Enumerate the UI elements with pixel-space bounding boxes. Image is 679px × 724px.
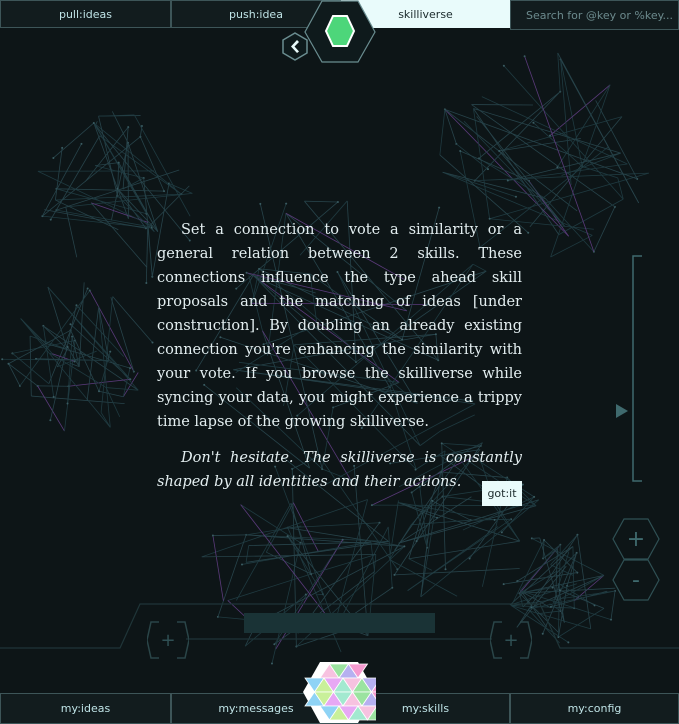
- tab-pull-ideas[interactable]: pull:ideas: [0, 0, 171, 28]
- plus-icon: +: [503, 629, 519, 651]
- side-panel-bracket: [632, 255, 642, 482]
- plus-icon: +: [160, 629, 176, 651]
- zoom-in-button[interactable]: +: [612, 518, 660, 560]
- info-paragraph: Set a connection to vote a similarity or…: [157, 222, 522, 430]
- tab-my-ideas[interactable]: my:ideas: [0, 693, 171, 724]
- app-logo-hexagon-icon[interactable]: [304, 0, 376, 64]
- timeline-left-button[interactable]: +: [146, 620, 190, 660]
- timeline-right-button[interactable]: +: [489, 620, 533, 660]
- minus-icon: -: [632, 567, 640, 593]
- tab-my-config[interactable]: my:config: [510, 693, 679, 724]
- identity-triangle-logo-icon[interactable]: [302, 661, 376, 724]
- search-input[interactable]: [510, 0, 679, 30]
- info-popup: Set a connection to vote a similarity or…: [157, 218, 522, 506]
- timeline-frame: [0, 603, 679, 649]
- info-paragraph-emphasis: Don't hesitate. The skilliverse is const…: [157, 450, 522, 490]
- plus-icon: +: [626, 526, 646, 552]
- zoom-out-button[interactable]: -: [612, 559, 660, 601]
- timeline-slider[interactable]: [244, 613, 435, 633]
- play-icon[interactable]: [614, 402, 630, 420]
- got-it-button[interactable]: got:it: [482, 481, 522, 506]
